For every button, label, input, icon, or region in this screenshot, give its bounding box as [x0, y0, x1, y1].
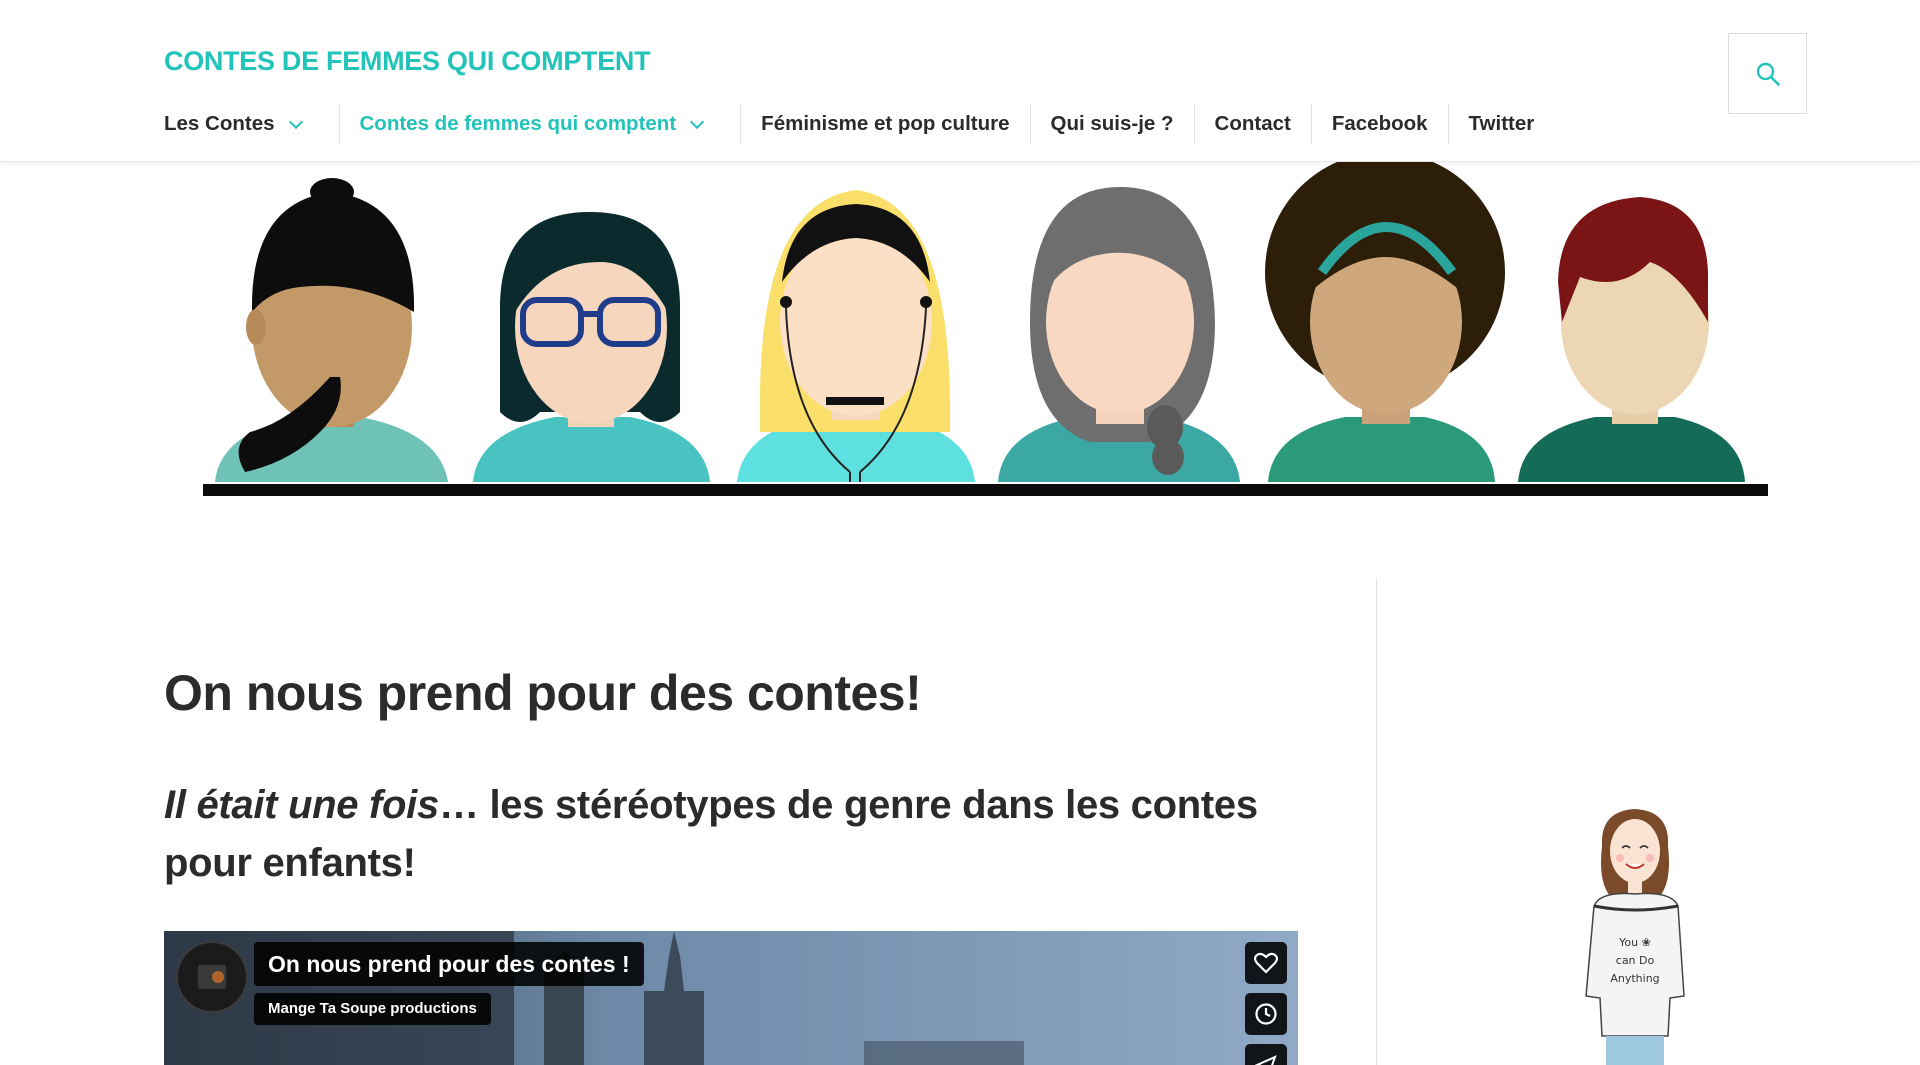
chevron-down-icon: [288, 114, 303, 129]
nav-item-qui-suis-je[interactable]: Qui suis-je ?: [1029, 104, 1194, 144]
woman-avatar-5: [1265, 162, 1505, 482]
nav-item-twitter[interactable]: Twitter: [1447, 104, 1555, 144]
nav-item-label: Qui suis-je ?: [1050, 112, 1174, 135]
shirt-text-2: can Do: [1616, 954, 1655, 967]
nav-item-contes-de-femmes[interactable]: Contes de femmes qui comptent: [338, 104, 741, 144]
sidebar-girl-illustration: You ❀ can Do Anything: [1585, 809, 1685, 1065]
nav-item-label: Facebook: [1331, 112, 1428, 135]
channel-avatar[interactable]: [176, 941, 248, 1013]
nav-item-les-contes[interactable]: Les Contes: [164, 104, 339, 144]
nav-item-facebook[interactable]: Facebook: [1310, 104, 1448, 144]
banner-baseline: [203, 484, 1768, 496]
post-subtitle-italic: Il était une fois: [164, 783, 439, 827]
watch-later-button[interactable]: [1245, 993, 1287, 1035]
main-nav: Les Contes Contes de femmes qui comptent…: [164, 104, 1554, 144]
nav-item-label: Contes de femmes qui comptent: [359, 112, 677, 135]
site-title[interactable]: CONTES DE FEMMES QUI COMPTENT: [164, 46, 651, 77]
nav-item-contact[interactable]: Contact: [1193, 104, 1311, 144]
video-title[interactable]: On nous prend pour des contes !: [254, 942, 644, 986]
nav-item-label: Contact: [1214, 112, 1291, 135]
post-title: On nous prend pour des contes!: [164, 665, 922, 721]
header-banner-illustration: [203, 162, 1768, 496]
clock-icon: [1255, 1003, 1277, 1025]
woman-avatar-6: [1518, 197, 1745, 482]
site-header: CONTES DE FEMMES QUI COMPTENT Les Contes…: [0, 0, 1920, 162]
search-button[interactable]: [1728, 33, 1807, 114]
share-icon: [1255, 1055, 1277, 1065]
sidebar-divider: [1376, 578, 1377, 1065]
shirt-text-3: Anything: [1610, 972, 1659, 985]
woman-avatar-3: [737, 190, 975, 482]
video-channel-name[interactable]: Mange Ta Soupe productions: [254, 993, 491, 1025]
chevron-down-icon: [690, 114, 705, 129]
nav-item-label: Twitter: [1468, 112, 1535, 135]
nav-item-label: Féminisme et pop culture: [761, 112, 1010, 135]
search-icon: [1756, 62, 1780, 86]
woman-avatar-4: [998, 187, 1240, 482]
share-button[interactable]: [1245, 1044, 1287, 1065]
video-embed[interactable]: On nous prend pour des contes ! Mange Ta…: [164, 931, 1298, 1065]
like-button[interactable]: [1245, 942, 1287, 984]
heart-icon: [1254, 952, 1278, 974]
woman-avatar-1: [215, 178, 448, 482]
shirt-text: You ❀: [1618, 936, 1651, 949]
nav-item-feminisme[interactable]: Féminisme et pop culture: [740, 104, 1029, 144]
woman-avatar-2: [473, 212, 710, 482]
channel-logo-icon: [198, 965, 226, 989]
nav-item-label: Les Contes: [164, 112, 275, 135]
post-subtitle: Il était une fois… les stéréotypes de ge…: [164, 776, 1304, 892]
